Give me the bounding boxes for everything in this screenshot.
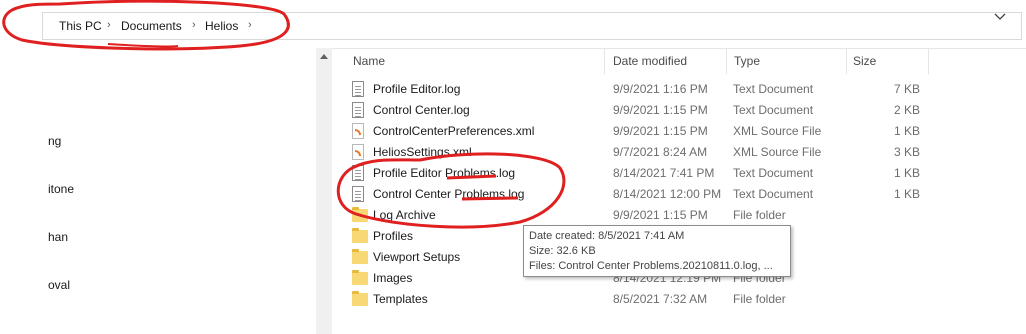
file-name: Control Center.log bbox=[373, 103, 470, 117]
navigation-pane[interactable]: ng itone han oval bbox=[0, 48, 316, 334]
column-header-type[interactable]: Type bbox=[734, 54, 760, 72]
nav-item[interactable]: itone bbox=[48, 182, 74, 196]
file-name: Viewport Setups bbox=[373, 250, 461, 264]
scroll-up-icon[interactable] bbox=[316, 48, 332, 66]
file-size: 1 KB bbox=[893, 124, 920, 138]
file-row[interactable]: HeliosSettings.xml 9/7/2021 8:24 AM XML … bbox=[346, 142, 956, 163]
file-name: ControlCenterPreferences.xml bbox=[373, 124, 535, 138]
folder-icon bbox=[352, 207, 368, 222]
tooltip-files: Files: Control Center Problems.20210811.… bbox=[529, 260, 773, 272]
address-bar: This PC › Documents › Helios › bbox=[0, 0, 1026, 49]
file-size: 7 KB bbox=[893, 82, 920, 96]
breadcrumb[interactable]: This PC › Documents › Helios › bbox=[42, 12, 1022, 40]
folder-icon bbox=[352, 249, 368, 264]
file-type: File folder bbox=[733, 292, 786, 306]
column-divider[interactable] bbox=[726, 48, 727, 74]
text-document-icon bbox=[352, 81, 364, 97]
file-date: 9/9/2021 1:16 PM bbox=[613, 82, 708, 96]
file-name: Control Center Problems.log bbox=[373, 187, 525, 201]
file-tooltip: Date created: 8/5/2021 7:41 AM Size: 32.… bbox=[523, 225, 791, 277]
column-divider[interactable] bbox=[928, 48, 929, 74]
xml-file-icon bbox=[352, 144, 364, 160]
file-name: HeliosSettings.xml bbox=[373, 145, 472, 159]
file-type: XML Source File bbox=[733, 124, 822, 138]
file-date: 8/14/2021 12:00 PM bbox=[613, 187, 722, 201]
file-date: 9/7/2021 8:24 AM bbox=[613, 145, 708, 159]
file-row[interactable]: Control Center Problems.log 8/14/2021 12… bbox=[346, 184, 956, 205]
column-header-size[interactable]: Size bbox=[853, 54, 876, 72]
chevron-right-icon[interactable]: › bbox=[107, 19, 111, 31]
tooltip-size: Size: 32.6 KB bbox=[529, 245, 596, 257]
file-date: 9/9/2021 1:15 PM bbox=[613, 124, 708, 138]
folder-row[interactable]: Templates 8/5/2021 7:32 AM File folder bbox=[346, 289, 956, 310]
column-header-name[interactable]: Name bbox=[353, 54, 385, 72]
tooltip-date-created: Date created: 8/5/2021 7:41 AM bbox=[529, 230, 685, 242]
chevron-down-icon[interactable] bbox=[994, 13, 1008, 27]
file-type: XML Source File bbox=[733, 145, 822, 159]
column-header-date-modified[interactable]: Date modified bbox=[613, 54, 687, 72]
xml-file-icon bbox=[352, 123, 364, 139]
file-row[interactable]: Profile Editor.log 9/9/2021 1:16 PM Text… bbox=[346, 79, 956, 100]
column-divider[interactable] bbox=[846, 48, 847, 74]
chevron-right-icon[interactable]: › bbox=[192, 19, 196, 31]
file-date: 9/9/2021 1:15 PM bbox=[613, 208, 708, 222]
file-row[interactable]: ControlCenterPreferences.xml 9/9/2021 1:… bbox=[346, 121, 956, 142]
folder-icon bbox=[352, 270, 368, 285]
text-document-icon bbox=[352, 165, 364, 181]
file-row[interactable]: Control Center.log 9/9/2021 1:15 PM Text… bbox=[346, 100, 956, 121]
file-name: Profiles bbox=[373, 229, 414, 243]
nav-item[interactable]: oval bbox=[48, 278, 70, 292]
nav-item[interactable]: ng bbox=[48, 134, 61, 148]
file-name: Profile Editor.log bbox=[373, 82, 461, 96]
file-name: Images bbox=[373, 271, 413, 285]
file-type: Text Document bbox=[733, 166, 814, 180]
text-document-icon bbox=[352, 186, 364, 202]
file-size: 1 KB bbox=[893, 187, 920, 201]
file-name: Templates bbox=[373, 292, 428, 306]
file-name: Profile Editor Problems.log bbox=[373, 166, 516, 180]
file-date: 8/5/2021 7:32 AM bbox=[613, 292, 708, 306]
file-type: File folder bbox=[733, 208, 786, 222]
file-type: Text Document bbox=[733, 103, 814, 117]
file-name: Log Archive bbox=[373, 208, 436, 222]
breadcrumb-this-pc[interactable]: This PC bbox=[59, 19, 102, 33]
breadcrumb-helios[interactable]: Helios bbox=[205, 19, 238, 33]
file-size: 3 KB bbox=[893, 145, 920, 159]
chevron-right-icon[interactable]: › bbox=[248, 19, 252, 31]
file-type: Text Document bbox=[733, 187, 814, 201]
file-row[interactable]: Profile Editor Problems.log 8/14/2021 7:… bbox=[346, 163, 956, 184]
column-divider[interactable] bbox=[604, 48, 605, 74]
nav-scrollbar[interactable] bbox=[316, 48, 332, 334]
nav-item[interactable]: han bbox=[48, 230, 68, 244]
breadcrumb-documents[interactable]: Documents bbox=[121, 19, 182, 33]
file-date: 9/9/2021 1:15 PM bbox=[613, 103, 708, 117]
file-type: Text Document bbox=[733, 82, 814, 96]
folder-icon bbox=[352, 228, 368, 243]
file-date: 8/14/2021 7:41 PM bbox=[613, 166, 715, 180]
text-document-icon bbox=[352, 102, 364, 118]
folder-row[interactable]: Log Archive 9/9/2021 1:15 PM File folder bbox=[346, 205, 956, 226]
folder-icon bbox=[352, 291, 368, 306]
file-size: 1 KB bbox=[893, 166, 920, 180]
file-size: 2 KB bbox=[893, 103, 920, 117]
